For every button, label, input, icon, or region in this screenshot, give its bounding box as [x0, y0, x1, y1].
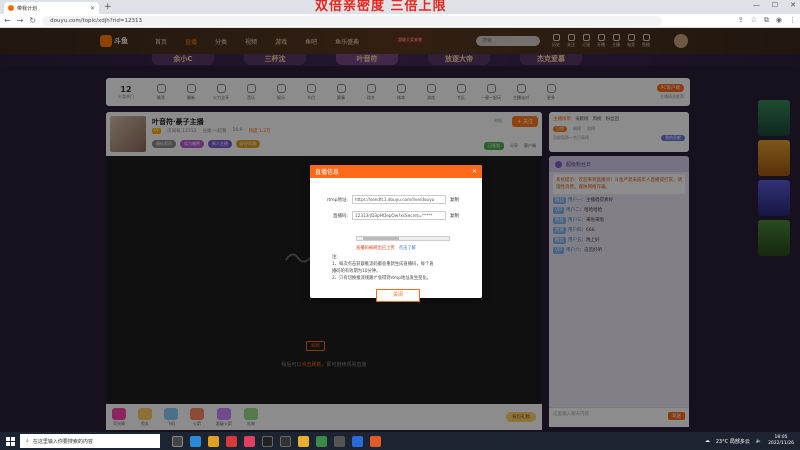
copy-key-button[interactable]: 复制 — [450, 213, 459, 219]
app-icon[interactable] — [352, 435, 363, 447]
taskbar-search[interactable]: ⌕ 在这里输入你要搜索的内容 — [20, 434, 160, 448]
extensions-icon[interactable]: ⧉ — [764, 16, 769, 25]
volume-icon[interactable]: 🔈 — [756, 438, 762, 444]
url-input[interactable]: douyu.com/topic/xdjh?rid=12313 — [42, 15, 663, 26]
back-icon[interactable]: ← — [4, 16, 11, 25]
tab-close-icon[interactable]: ✕ — [90, 5, 95, 12]
bookmark-star-icon[interactable]: ☆ — [751, 16, 757, 25]
start-button[interactable] — [3, 432, 17, 450]
share-icon[interactable]: ⇪ — [738, 16, 744, 25]
explorer-icon[interactable] — [208, 435, 219, 447]
app-icon[interactable] — [370, 435, 381, 447]
new-tab-button[interactable]: + — [104, 2, 112, 12]
rtmp-input[interactable]: https://sendfc1.douyu.com/live/douyu — [352, 195, 446, 204]
minimize-icon[interactable]: — — [753, 1, 760, 9]
dialog-notes: 注: 1、每次点击获取推流码都会重新生成直播码，每个直 播码的有效期为10分钟。… — [332, 255, 434, 281]
rtmp-label: rtmp地址: — [326, 197, 348, 203]
forward-icon[interactable]: → — [17, 16, 24, 25]
warning-row: 直播码被刷出已上传 点击了解 — [356, 246, 416, 251]
clock[interactable]: 18:05 2022/11/26 — [768, 435, 794, 447]
stream-key-row: 直播码: 12313rjD3pHQepQw?xsSecret=***** 复制 — [326, 211, 459, 220]
weather-icon: ☁ — [704, 438, 710, 444]
windows-logo-icon — [5, 436, 15, 446]
app-icon[interactable] — [280, 435, 291, 447]
app-icon[interactable] — [316, 435, 327, 447]
taskbar-apps — [172, 435, 381, 447]
stream-key-label: 直播码: — [332, 213, 348, 219]
copy-rtmp-button[interactable]: 复制 — [450, 197, 459, 203]
window-controls: — ☐ ✕ — [753, 1, 796, 9]
learn-more-link[interactable]: 点击了解 — [399, 246, 416, 251]
app-icon[interactable] — [262, 435, 273, 447]
browser-tab[interactable]: 带我计划 ✕ — [4, 2, 99, 14]
dialog-title: 直播信息 — [315, 169, 340, 176]
overlay-banner-text: 双倍亲密度 三倍上限 — [315, 0, 447, 14]
site-favicon-icon — [8, 5, 14, 11]
scrollbar-thumb[interactable] — [363, 237, 399, 240]
weather-text[interactable]: 23°C 局部多云 — [716, 438, 750, 445]
chrome-icon[interactable] — [298, 435, 309, 447]
app-icon[interactable] — [226, 435, 237, 447]
menu-kebab-icon[interactable]: ⋮ — [789, 16, 796, 25]
reload-icon[interactable]: ↻ — [29, 16, 36, 25]
tab-title: 带我计划 — [17, 5, 38, 12]
maximize-icon[interactable]: ☐ — [772, 1, 778, 9]
edge-icon[interactable] — [190, 435, 201, 447]
browser-action-icons: ⇪ ☆ ⧉ ◉ ⋮ — [738, 16, 796, 25]
profile-icon[interactable]: ◉ — [776, 16, 782, 25]
app-icon[interactable] — [244, 435, 255, 447]
dialog-header: 直播信息 ✕ — [310, 165, 482, 178]
dialog-close-icon[interactable]: ✕ — [472, 168, 477, 175]
system-tray: ☁ 23°C 局部多云 🔈 18:05 2022/11/26 — [705, 435, 794, 447]
field-scrollbar[interactable] — [356, 236, 450, 241]
close-window-icon[interactable]: ✕ — [790, 1, 796, 9]
app-icon[interactable] — [334, 435, 345, 447]
stream-key-input[interactable]: 12313rjD3pHQepQw?xsSecret=***** — [352, 211, 446, 220]
task-view-icon[interactable] — [172, 435, 183, 447]
dialog-close-button[interactable]: 关闭 — [376, 289, 420, 302]
windows-taskbar: ⌕ 在这里输入你要搜索的内容 ☁ 23°C 局部多云 🔈 18:05 2022/… — [0, 432, 800, 450]
rtmp-row: rtmp地址: https://sendfc1.douyu.com/live/d… — [326, 195, 459, 204]
address-bar: ← → ↻ douyu.com/topic/xdjh?rid=12313 ⇪ ☆… — [0, 14, 800, 28]
dialog-body: rtmp地址: https://sendfc1.douyu.com/live/d… — [310, 178, 482, 302]
search-icon: ⌕ — [26, 438, 29, 444]
live-info-dialog: 直播信息 ✕ rtmp地址: https://sendfc1.douyu.com… — [310, 165, 482, 302]
